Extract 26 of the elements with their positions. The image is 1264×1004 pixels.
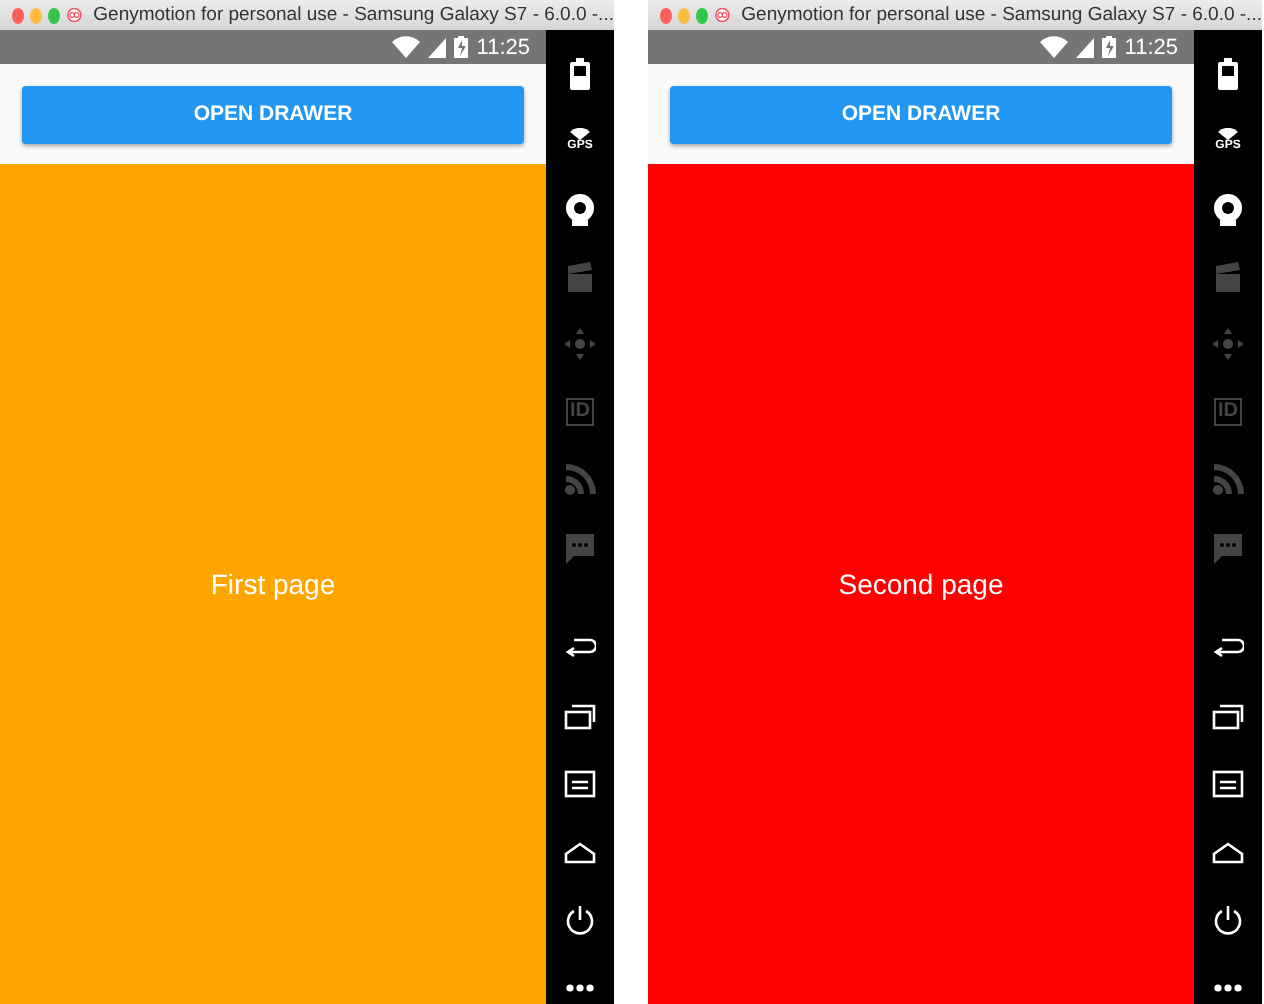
wifi-icon — [1040, 36, 1069, 58]
app-logo-icon — [66, 6, 84, 24]
signal-icon — [428, 37, 447, 57]
menu-icon[interactable] — [1212, 767, 1244, 801]
recent-apps-icon[interactable] — [1212, 699, 1244, 733]
app-logo-icon — [714, 6, 732, 24]
page-label: Second page — [838, 568, 1004, 600]
battery-icon[interactable] — [564, 55, 596, 89]
power-icon[interactable] — [564, 903, 596, 937]
window-title: Genymotion for personal use - Samsung Galaxy S7 - 6.0.0 -... — [741, 4, 1262, 26]
battery-charging-icon — [454, 36, 469, 58]
wifi-icon — [392, 36, 421, 58]
page-label: First page — [210, 568, 336, 600]
battery-charging-icon — [1102, 36, 1117, 58]
open-drawer-button[interactable]: OPEN DRAWER — [670, 85, 1172, 143]
status-time: 11:25 — [1124, 35, 1178, 59]
battery-icon[interactable] — [1212, 55, 1244, 89]
window-title: Genymotion for personal use - Samsung Galaxy S7 - 6.0.0 -... — [93, 4, 614, 26]
power-icon[interactable] — [1212, 903, 1244, 937]
menu-icon[interactable] — [564, 767, 596, 801]
webcam-icon[interactable] — [564, 191, 596, 225]
recent-apps-icon[interactable] — [564, 699, 596, 733]
open-drawer-button[interactable]: OPEN DRAWER — [22, 85, 524, 143]
webcam-icon[interactable] — [1212, 191, 1244, 225]
signal-icon — [1076, 37, 1095, 57]
status-time: 11:25 — [476, 35, 530, 59]
